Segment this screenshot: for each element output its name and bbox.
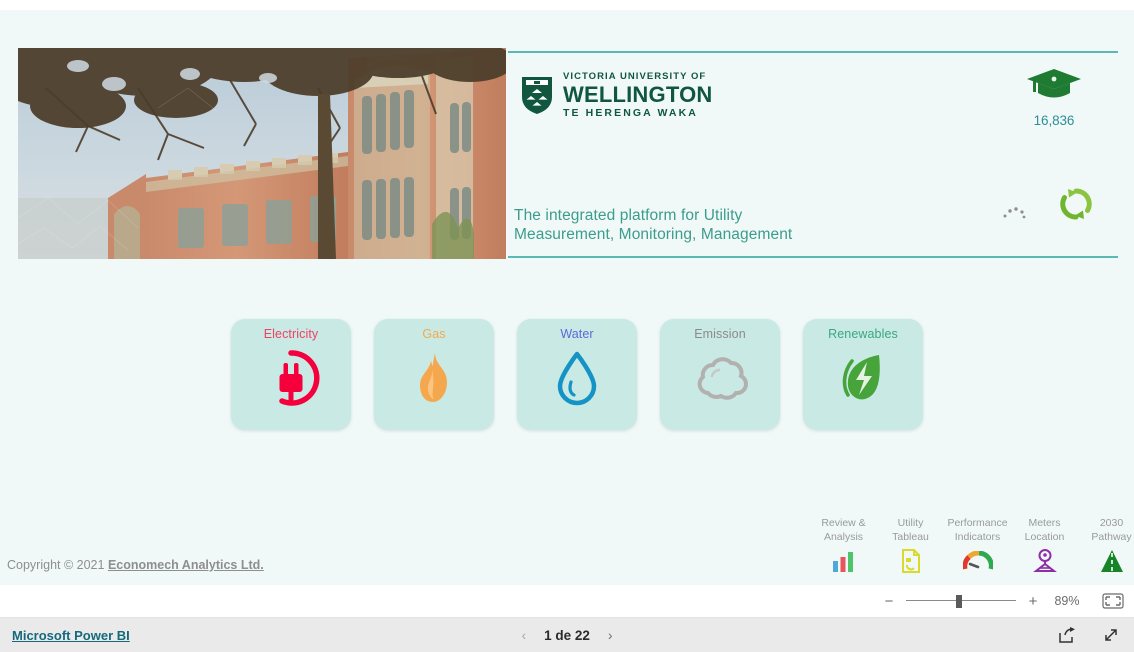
- flame-icon: [405, 349, 463, 412]
- nav-performance-indicators[interactable]: Performance Indicators: [944, 516, 1011, 574]
- logo-line-1: VICTORIA UNIVERSITY OF: [563, 71, 707, 82]
- logo-line-3: TE HERENGA WAKA: [563, 106, 698, 119]
- zoom-toolbar: − + 89%: [0, 585, 1134, 618]
- nav-utility-tableau[interactable]: Utility Tableau: [877, 516, 944, 574]
- tile-gas[interactable]: Gas: [374, 319, 494, 430]
- nav-meters-location-label: Meters Location: [1024, 517, 1065, 544]
- fullscreen-icon[interactable]: [1102, 626, 1120, 644]
- nav-2030-pathway[interactable]: 2030 Pathway: [1078, 516, 1134, 574]
- tile-water[interactable]: Water: [517, 319, 637, 430]
- footer-actions: [1058, 626, 1120, 644]
- tile-emission[interactable]: Emission: [660, 319, 780, 430]
- hero-image-hunter-building: [18, 48, 506, 259]
- refresh-circular-arrows-icon[interactable]: [1058, 186, 1094, 222]
- report-canvas: VICTORIA UNIVERSITY OF WELLINGTON TE HER…: [0, 10, 1134, 585]
- university-logo: VICTORIA UNIVERSITY OF WELLINGTON TE HER…: [520, 72, 712, 118]
- zoom-in-button[interactable]: +: [1026, 594, 1040, 609]
- power-bi-footer: Microsoft Power BI ‹ 1 de 22 ›: [0, 618, 1134, 652]
- tile-emission-label: Emission: [694, 327, 746, 341]
- refresh-indicator-block[interactable]: [994, 178, 1104, 238]
- nav-review-and-analysis[interactable]: Review & Analysis: [810, 516, 877, 574]
- page-indicator-label: 1 de 22: [544, 627, 590, 643]
- loading-dots-icon: [1003, 207, 1026, 219]
- copyright-notice: Copyright © 2021 Economech Analytics Ltd…: [7, 558, 264, 572]
- zoom-percent-label: 89%: [1054, 594, 1080, 608]
- share-icon[interactable]: [1058, 626, 1076, 644]
- water-drop-icon: [548, 349, 606, 412]
- student-count-value: 16,836: [1033, 113, 1075, 128]
- report-header-panel: VICTORIA UNIVERSITY OF WELLINGTON TE HER…: [508, 48, 1118, 259]
- nav-2030-pathway-label: 2030 Pathway: [1091, 517, 1132, 544]
- header-rule-bottom: [508, 256, 1118, 258]
- nav-utility-tableau-label: Utility Tableau: [892, 517, 929, 544]
- nav-performance-indicators-label: Performance Indicators: [947, 517, 1008, 544]
- map-pin-icon: [1011, 548, 1078, 574]
- tagline-line-2: Measurement, Monitoring, Management: [514, 226, 793, 244]
- cloud-icon: [691, 349, 749, 412]
- utility-tiles: Electricity Gas Water Emission Renewable…: [231, 319, 923, 430]
- road-icon: [1078, 548, 1134, 574]
- power-bi-brand-link[interactable]: Microsoft Power BI: [12, 628, 130, 643]
- building-painting-illustration: [18, 48, 506, 259]
- tile-water-label: Water: [560, 327, 594, 341]
- power-plug-icon: [262, 349, 320, 412]
- fit-to-page-icon[interactable]: [1102, 593, 1124, 609]
- nav-review-and-analysis-label: Review & Analysis: [821, 517, 866, 544]
- tile-electricity-label: Electricity: [263, 327, 319, 341]
- zoom-slider[interactable]: [906, 595, 1016, 608]
- student-count-kpi[interactable]: 16,836: [1004, 66, 1104, 128]
- bar-chart-icon: [810, 548, 877, 574]
- economech-link[interactable]: Economech Analytics Ltd.: [108, 558, 264, 572]
- gauge-icon: [944, 548, 1011, 574]
- report-bottom-nav: Review & Analysis Utility Tableau Perfor…: [810, 516, 1134, 574]
- shield-crest-icon: [522, 77, 552, 115]
- tile-gas-label: Gas: [422, 327, 446, 341]
- leaf-bolt-icon: [834, 349, 892, 412]
- nav-meters-location[interactable]: Meters Location: [1011, 516, 1078, 574]
- platform-tagline: The integrated platform for Utility Meas…: [514, 207, 792, 245]
- tile-renewables-label: Renewables: [828, 327, 898, 341]
- next-page-button[interactable]: ›: [608, 627, 613, 643]
- tile-renewables[interactable]: Renewables: [803, 319, 923, 430]
- tagline-line-1: The integrated platform for Utility: [514, 207, 743, 225]
- power-bi-report-viewer: VICTORIA UNIVERSITY OF WELLINGTON TE HER…: [0, 0, 1134, 652]
- document-report-icon: [877, 548, 944, 574]
- logo-line-2: WELLINGTON: [563, 81, 713, 107]
- copyright-prefix: Copyright © 2021: [7, 558, 108, 572]
- header-rule-top: [508, 51, 1118, 53]
- zoom-slider-thumb[interactable]: [956, 595, 962, 608]
- previous-page-button[interactable]: ‹: [521, 627, 526, 643]
- graduation-cap-icon: [1027, 69, 1081, 98]
- zoom-out-button[interactable]: −: [882, 594, 896, 609]
- page-navigator: ‹ 1 de 22 ›: [521, 627, 612, 643]
- tile-electricity[interactable]: Electricity: [231, 319, 351, 430]
